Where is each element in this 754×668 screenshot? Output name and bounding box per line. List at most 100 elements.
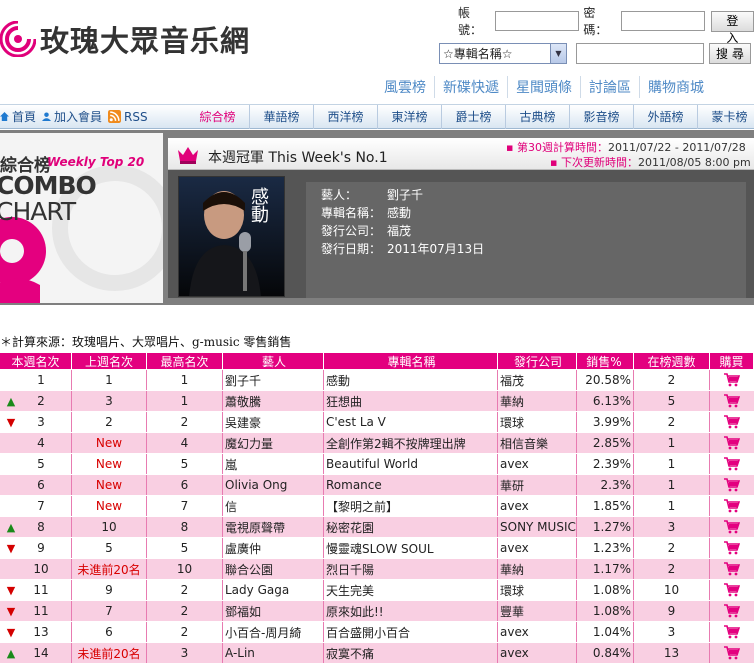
tab-new-releases[interactable]: 新碟快遞	[434, 76, 507, 98]
nav-home[interactable]: 首頁	[0, 108, 36, 125]
last-week-cell: New	[72, 454, 147, 474]
label-cell: avex	[498, 496, 577, 516]
artist-link[interactable]: 電視原聲帶	[223, 517, 324, 537]
label-cell: 華研	[498, 475, 577, 495]
rank-cell: ▼ 9	[0, 538, 72, 558]
buy-button[interactable]	[710, 643, 754, 663]
site-logo[interactable]: 玫瑰大眾音乐網	[0, 14, 250, 64]
rank-cell: ▲ 14	[0, 643, 72, 663]
rank-cell: 10	[0, 559, 72, 579]
album-link[interactable]: 天生完美	[324, 580, 498, 600]
rank-cell: ▲ 2	[0, 391, 72, 411]
table-row: 7 New 7 信【黎明之前】 avex 1.85% 1	[0, 496, 754, 517]
category-mandarin[interactable]: 華語榜	[250, 105, 314, 129]
buy-button[interactable]	[710, 454, 754, 474]
category-japanese[interactable]: 東洋榜	[378, 105, 442, 129]
buy-button[interactable]	[710, 412, 754, 432]
artist-link[interactable]: 蕭敬騰	[223, 391, 324, 411]
calc-value: 2011/07/22 - 2011/07/28	[607, 141, 746, 154]
buy-button[interactable]	[710, 538, 754, 558]
search-input[interactable]	[576, 43, 704, 64]
tab-star-news[interactable]: 星聞頭條	[507, 76, 580, 98]
album-link[interactable]: 烈日千陽	[324, 559, 498, 579]
weeks-cell: 13	[634, 643, 710, 663]
artist-link[interactable]: 鄧福如	[223, 601, 324, 621]
artist-link[interactable]: 嵐	[223, 454, 324, 474]
account-input[interactable]	[495, 11, 580, 31]
artist-link[interactable]: Lady Gaga	[223, 580, 324, 600]
album-link[interactable]: Romance	[324, 475, 498, 495]
album-link[interactable]: 感動	[324, 370, 498, 390]
table-row: ▲ 8 10 8 電視原聲帶 秘密花園 SONY MUSIC 1.27% 3	[0, 517, 754, 538]
label-cell: 環球	[498, 412, 577, 432]
buy-button[interactable]	[710, 496, 754, 516]
last-week-cell: New	[72, 475, 147, 495]
password-input[interactable]	[620, 11, 705, 31]
rank-value: 4	[37, 436, 45, 450]
album-link[interactable]: Beautiful World	[324, 454, 498, 474]
last-week-cell: 9	[72, 580, 147, 600]
category-combo[interactable]: 綜合榜	[186, 105, 250, 129]
artist-link[interactable]: 劉子千	[223, 370, 324, 390]
album-link[interactable]: 百合盛開小百合	[324, 622, 498, 642]
header-artist: 藝人	[223, 353, 324, 369]
artist-link[interactable]: Olivia Ong	[223, 475, 324, 495]
header-label: 發行公司	[498, 353, 577, 369]
password-label: 密碼：	[583, 6, 608, 37]
trend-down-icon: ▼	[6, 604, 16, 618]
artist-link[interactable]: 信	[223, 496, 324, 516]
artist-link[interactable]: A-Lin	[223, 643, 324, 663]
shopping-cart-icon	[724, 520, 740, 534]
category-classical[interactable]: 古典榜	[506, 105, 570, 129]
album-link[interactable]: 秘密花園	[324, 517, 498, 537]
tab-shop[interactable]: 購物商城	[639, 76, 712, 98]
buy-button[interactable]	[710, 601, 754, 621]
buy-button[interactable]	[710, 370, 754, 390]
trend-up-icon: ▲	[6, 646, 16, 660]
trend-up-icon: ▲	[6, 520, 16, 534]
artist-link[interactable]: 小百合-周月綺	[223, 622, 324, 642]
buy-button[interactable]	[710, 391, 754, 411]
login-form: 帳號： 密碼： 登 入	[458, 4, 754, 45]
shopping-cart-icon	[724, 457, 740, 471]
champion-album-cover[interactable]: 感動	[178, 176, 285, 297]
artist-link[interactable]: 聯合公園	[223, 559, 324, 579]
tab-charts[interactable]: 風雲榜	[376, 76, 434, 98]
weeks-cell: 1	[634, 475, 710, 495]
weekly-top-label: Weekly Top 20	[47, 155, 145, 169]
tab-forum[interactable]: 討論區	[580, 76, 639, 98]
album-link[interactable]: 原來如此!!	[324, 601, 498, 621]
buy-button[interactable]	[710, 475, 754, 495]
rank-value: 5	[37, 457, 45, 471]
artist-link[interactable]: 魔幻力量	[223, 433, 324, 453]
login-button[interactable]: 登 入	[710, 10, 754, 45]
album-link[interactable]: 慢靈魂SLOW SOUL	[324, 538, 498, 558]
category-foreign[interactable]: 外語榜	[634, 105, 698, 129]
rank-cell: 7	[0, 496, 72, 516]
category-western[interactable]: 西洋榜	[314, 105, 378, 129]
album-link[interactable]: C'est La V	[324, 412, 498, 432]
category-video[interactable]: 影音榜	[570, 105, 634, 129]
buy-button[interactable]	[710, 433, 754, 453]
category-monka[interactable]: 蒙卡榜	[698, 105, 754, 129]
table-row: 10 未進前20名 10 聯合公園 烈日千陽 華納 1.17% 2	[0, 559, 754, 580]
buy-button[interactable]	[710, 622, 754, 642]
sales-cell: 1.04%	[577, 622, 634, 642]
nav-join[interactable]: 加入會員	[42, 108, 102, 125]
album-link[interactable]: 全創作第2輯不按牌理出牌	[324, 433, 498, 453]
search-button[interactable]: 搜 尋	[709, 43, 751, 64]
album-link[interactable]: 【黎明之前】	[324, 496, 498, 516]
label-cell: avex	[498, 622, 577, 642]
buy-button[interactable]	[710, 517, 754, 537]
shopping-cart-icon	[724, 625, 740, 639]
category-jazz[interactable]: 爵士榜	[442, 105, 506, 129]
artist-link[interactable]: 吳建豪	[223, 412, 324, 432]
search-type-select[interactable]: ☆專輯名稱☆ ▼	[439, 43, 567, 64]
album-link[interactable]: 狂想曲	[324, 391, 498, 411]
nav-rss[interactable]: RSS	[108, 110, 148, 124]
buy-button[interactable]	[710, 580, 754, 600]
album-link[interactable]: 寂寞不痛	[324, 643, 498, 663]
buy-button[interactable]	[710, 559, 754, 579]
chevron-down-icon[interactable]: ▼	[550, 44, 566, 63]
artist-link[interactable]: 盧廣仲	[223, 538, 324, 558]
